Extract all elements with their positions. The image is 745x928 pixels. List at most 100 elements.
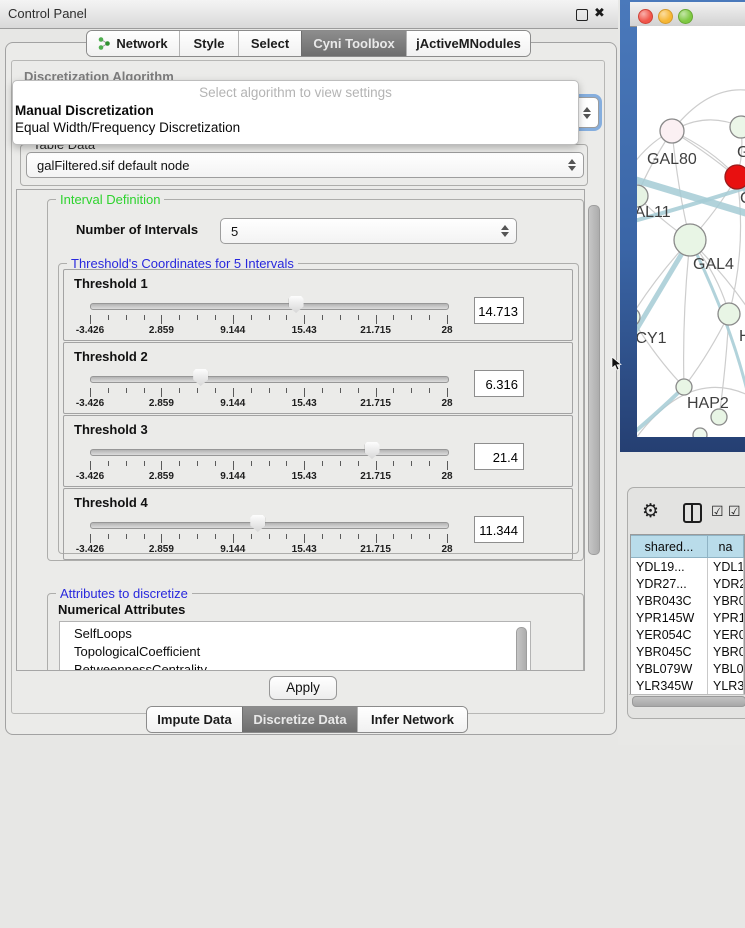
tab-impute-data[interactable]: Impute Data <box>147 707 242 732</box>
network-node[interactable] <box>660 119 684 143</box>
threshold-value-field[interactable]: 14.713 <box>474 297 524 324</box>
slider-tick <box>447 388 448 397</box>
tab-network[interactable]: Network <box>87 31 179 56</box>
dropdown-option[interactable]: Manual Discretization <box>13 102 578 119</box>
close-icon[interactable]: ✖ <box>594 5 605 21</box>
network-window-titlebar[interactable] <box>630 2 745 27</box>
table-data-combobox[interactable]: galFiltered.sif default node <box>26 152 584 178</box>
combo-arrows-icon <box>568 159 576 171</box>
network-node-label: C <box>740 190 745 207</box>
network-node-label: H <box>739 328 745 345</box>
slider-tick <box>411 388 412 393</box>
network-node[interactable] <box>725 165 745 189</box>
column-header[interactable]: shared... <box>631 535 708 558</box>
threshold-value-field[interactable]: 21.4 <box>474 443 524 470</box>
close-traffic-light-icon[interactable] <box>638 9 653 24</box>
slider-thumb[interactable] <box>193 369 208 386</box>
slider-tick-label: 15.43 <box>292 471 317 482</box>
numerical-attributes-list[interactable]: SelfLoopsTopologicalCoefficientBetweenne… <box>59 621 531 671</box>
table-row[interactable]: YDR27...YDR2 <box>631 575 744 592</box>
slider-track[interactable] <box>90 522 449 529</box>
threshold-value-field[interactable]: 11.344 <box>474 516 524 543</box>
slider-tick-label: 2.859 <box>149 471 174 482</box>
table-row[interactable]: YBL079WYBL0 <box>631 661 744 678</box>
table-cell: YDR27... <box>631 575 708 592</box>
dropdown-option[interactable]: Equal Width/Frequency Discretization <box>13 119 578 136</box>
table-row[interactable]: YDL19...YDL1 <box>631 558 744 575</box>
tab-label: Style <box>193 36 224 51</box>
settings-scrollbar[interactable] <box>588 205 600 555</box>
network-node[interactable] <box>693 428 707 437</box>
network-canvas[interactable]: GAL80GACGAL11GAL4GCY1HHAP2 <box>637 26 745 437</box>
number-of-intervals-combobox[interactable]: 5 <box>220 218 517 244</box>
checkbox-icon[interactable]: ☑ <box>728 503 741 520</box>
bottom-tabs: Impute DataDiscretize DataInfer Network <box>146 706 468 733</box>
float-icon[interactable] <box>576 9 588 21</box>
network-edge[interactable] <box>637 317 684 387</box>
table-cell: YDL1 <box>708 558 744 575</box>
network-edge-highlighted[interactable] <box>637 387 684 437</box>
split-columns-icon[interactable] <box>683 503 702 523</box>
slider-tick <box>144 388 145 393</box>
network-node[interactable] <box>730 116 745 138</box>
mouse-cursor <box>611 356 622 371</box>
table-row[interactable]: YBR045CYBR0 <box>631 643 744 660</box>
slider-tick <box>179 315 180 320</box>
minimize-traffic-light-icon[interactable] <box>658 9 673 24</box>
slider-track[interactable] <box>90 303 449 310</box>
checkbox-icon[interactable]: ☑ <box>711 503 724 520</box>
tab-label: Network <box>116 36 167 51</box>
slider-tick <box>161 534 162 543</box>
table-row[interactable]: YER054CYER0 <box>631 626 744 643</box>
table-hscrollbar-thumb[interactable] <box>632 696 745 707</box>
slider-tick <box>393 461 394 466</box>
apply-button[interactable]: Apply <box>269 676 337 700</box>
node-table[interactable]: shared...naYDL19...YDL1YDR27...YDR2YBR04… <box>630 534 745 694</box>
attribute-list-item[interactable]: BetweennessCentrality <box>60 661 530 671</box>
table-data-value: galFiltered.sif default node <box>37 158 189 173</box>
network-node-label: GA <box>737 144 745 161</box>
slider-tick <box>304 461 305 470</box>
zoom-traffic-light-icon[interactable] <box>678 9 693 24</box>
slider-tick <box>429 388 430 393</box>
attributes-group-title: Attributes to discretize <box>56 586 192 601</box>
slider-tick <box>197 315 198 320</box>
attribute-list-item[interactable]: SelfLoops <box>60 625 530 643</box>
slider-tick <box>411 461 412 466</box>
network-node[interactable] <box>718 303 740 325</box>
slider-thumb[interactable] <box>250 515 265 532</box>
network-node[interactable] <box>711 409 727 425</box>
network-node[interactable] <box>676 379 692 395</box>
tab-label: jActiveMNodules <box>416 36 521 51</box>
tab-style[interactable]: Style <box>179 31 238 56</box>
table-cell: YBR043C <box>631 592 708 609</box>
network-node[interactable] <box>674 224 706 256</box>
attribute-list-item[interactable]: TopologicalCoefficient <box>60 643 530 661</box>
column-header[interactable]: na <box>708 535 744 558</box>
slider-track[interactable] <box>90 449 449 456</box>
list-scrollbar[interactable] <box>516 627 527 671</box>
slider-tick <box>90 315 91 324</box>
gear-icon[interactable]: ⚙ <box>642 500 659 523</box>
tab-cyni-toolbox[interactable]: Cyni Toolbox <box>301 31 406 56</box>
network-edge[interactable] <box>684 314 729 387</box>
table-row[interactable]: YPR145WYPR1 <box>631 609 744 626</box>
network-edge[interactable] <box>684 240 690 387</box>
slider-tick <box>90 534 91 543</box>
table-row[interactable]: YBR043CYBR0 <box>631 592 744 609</box>
slider-track[interactable] <box>90 376 449 383</box>
control-panel-titlebar[interactable]: Control Panel ✖ <box>0 0 620 29</box>
slider-tick-label: -3.426 <box>76 471 104 482</box>
network-edge[interactable] <box>729 177 741 314</box>
slider-tick <box>90 461 91 470</box>
tab-jactivemnodules[interactable]: jActiveMNodules <box>406 31 530 56</box>
tab-discretize-data[interactable]: Discretize Data <box>242 707 357 732</box>
threshold-value-field[interactable]: 6.316 <box>474 370 524 397</box>
slider-thumb[interactable] <box>365 442 380 459</box>
slider-tick <box>322 315 323 320</box>
tab-select[interactable]: Select <box>238 31 301 56</box>
slider-thumb[interactable] <box>289 296 304 313</box>
tab-infer-network[interactable]: Infer Network <box>357 707 467 732</box>
table-row[interactable]: YLR345WYLR3 <box>631 678 744 694</box>
slider-tick <box>429 461 430 466</box>
